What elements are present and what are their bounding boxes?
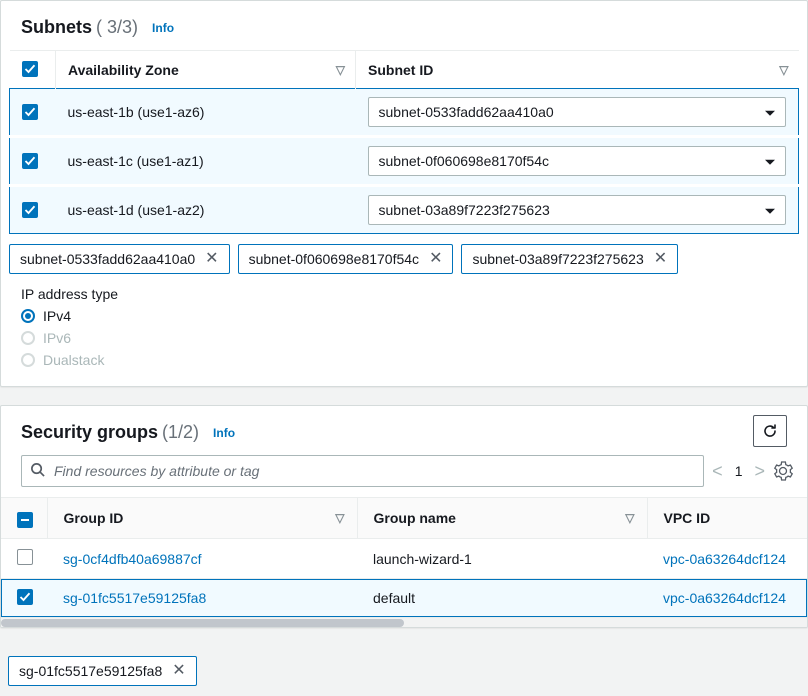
caret-down-icon: ▽ — [336, 63, 345, 77]
subnet-select[interactable]: subnet-0f060698e8170f54c — [368, 146, 787, 176]
gear-icon — [773, 461, 793, 481]
subnets-info-link[interactable]: Info — [152, 21, 174, 35]
radio-row[interactable]: IPv4 — [21, 308, 787, 324]
pagination: < 1 > — [712, 461, 765, 482]
subnet-chips: subnet-0533fadd62aa410a0 ✕ subnet-0f0606… — [1, 234, 807, 274]
caret-down-icon: ▽ — [625, 511, 634, 525]
subnets-check-all-header — [10, 51, 56, 89]
vpc-id-link[interactable]: vpc-0a63264dcf124 — [663, 551, 786, 567]
radio-dualstack — [21, 353, 35, 367]
row-checkbox[interactable] — [22, 153, 38, 169]
search-icon — [30, 462, 45, 480]
radio-row: Dualstack — [21, 352, 787, 368]
prev-page[interactable]: < — [712, 461, 723, 482]
vpc-id-link[interactable]: vpc-0a63264dcf124 — [663, 590, 786, 606]
subnet-chip: subnet-0f060698e8170f54c ✕ — [238, 244, 454, 274]
sg-toolbar: < 1 > — [1, 455, 807, 497]
search-input[interactable] — [21, 455, 704, 487]
close-icon[interactable]: ✕ — [429, 251, 442, 267]
sg-count: (1/2) — [162, 422, 199, 443]
subnet-row[interactable]: us-east-1c (use1-az1) subnet-0f060698e81… — [10, 137, 799, 186]
row-checkbox[interactable] — [22, 104, 38, 120]
subnets-check-all[interactable] — [22, 61, 38, 77]
subnets-title: Subnets — [21, 17, 92, 38]
horizontal-scrollbar[interactable] — [1, 617, 807, 627]
page-number: 1 — [735, 463, 743, 479]
group-name-cell: launch-wizard-1 — [357, 539, 647, 579]
subnets-header: Subnets ( 3/3) Info — [1, 1, 807, 50]
sg-row[interactable]: sg-01fc5517e59125fa8 default vpc-0a63264… — [1, 579, 807, 617]
subnet-chip: subnet-0533fadd62aa410a0 ✕ — [9, 244, 230, 274]
subnets-count: ( 3/3) — [96, 17, 138, 38]
caret-down-icon: ▽ — [779, 63, 788, 77]
close-icon[interactable]: ✕ — [172, 663, 185, 679]
sg-selected-chips: sg-01fc5517e59125fa8 ✕ — [0, 646, 808, 696]
subnet-select[interactable]: subnet-03a89f7223f275623 — [368, 195, 787, 225]
sg-check-all-header — [1, 498, 47, 539]
sg-title: Security groups — [21, 422, 158, 443]
radio-row: IPv6 — [21, 330, 787, 346]
close-icon[interactable]: ✕ — [205, 251, 218, 267]
refresh-button[interactable] — [753, 415, 787, 447]
group-id-link[interactable]: sg-01fc5517e59125fa8 — [63, 590, 206, 606]
col-group-id-header[interactable]: Group ID ▽ — [47, 498, 357, 539]
search-box — [21, 455, 704, 487]
radio-ipv4[interactable] — [21, 309, 35, 323]
sg-check-all[interactable] — [17, 512, 33, 528]
security-groups-panel: Security groups (1/2) Info < 1 > — [0, 405, 808, 628]
group-id-link[interactable]: sg-0cf4dfb40a69887cf — [63, 551, 202, 567]
radio-ipv6 — [21, 331, 35, 345]
col-group-name-header[interactable]: Group name ▽ — [357, 498, 647, 539]
row-checkbox[interactable] — [17, 589, 33, 605]
az-cell: us-east-1b (use1-az6) — [56, 89, 356, 137]
ip-address-type-section: IP address type IPv4 IPv6 Dualstack — [1, 274, 807, 386]
sg-row[interactable]: sg-0cf4dfb40a69887cf launch-wizard-1 vpc… — [1, 539, 807, 579]
subnet-chip: subnet-03a89f7223f275623 ✕ — [461, 244, 678, 274]
row-checkbox[interactable] — [22, 202, 38, 218]
security-groups-table: Group ID ▽ Group name ▽ VPC ID sg-0cf4df… — [1, 497, 807, 617]
sg-info-link[interactable]: Info — [213, 426, 235, 440]
close-icon[interactable]: ✕ — [654, 251, 667, 267]
sg-chip: sg-01fc5517e59125fa8 ✕ — [8, 656, 197, 686]
settings-button[interactable] — [773, 461, 793, 481]
subnets-panel: Subnets ( 3/3) Info Availability Zone ▽ … — [0, 0, 808, 387]
group-name-cell: default — [357, 579, 647, 617]
subnet-row[interactable]: us-east-1b (use1-az6) subnet-0533fadd62a… — [10, 89, 799, 137]
caret-down-icon: ▽ — [335, 511, 344, 525]
next-page[interactable]: > — [754, 461, 765, 482]
col-subnet-id-header[interactable]: Subnet ID ▽ — [356, 51, 799, 89]
az-cell: us-east-1c (use1-az1) — [56, 137, 356, 186]
az-cell: us-east-1d (use1-az2) — [56, 186, 356, 234]
row-checkbox[interactable] — [17, 549, 33, 565]
subnet-row[interactable]: us-east-1d (use1-az2) subnet-03a89f7223f… — [10, 186, 799, 234]
refresh-icon — [762, 423, 778, 439]
ip-type-label: IP address type — [21, 286, 787, 302]
scrollbar-thumb[interactable] — [1, 619, 404, 627]
subnets-table: Availability Zone ▽ Subnet ID ▽ us-east-… — [9, 50, 799, 234]
col-vpc-id-header[interactable]: VPC ID — [647, 498, 807, 539]
subnet-select[interactable]: subnet-0533fadd62aa410a0 — [368, 97, 787, 127]
col-az-header[interactable]: Availability Zone ▽ — [56, 51, 356, 89]
